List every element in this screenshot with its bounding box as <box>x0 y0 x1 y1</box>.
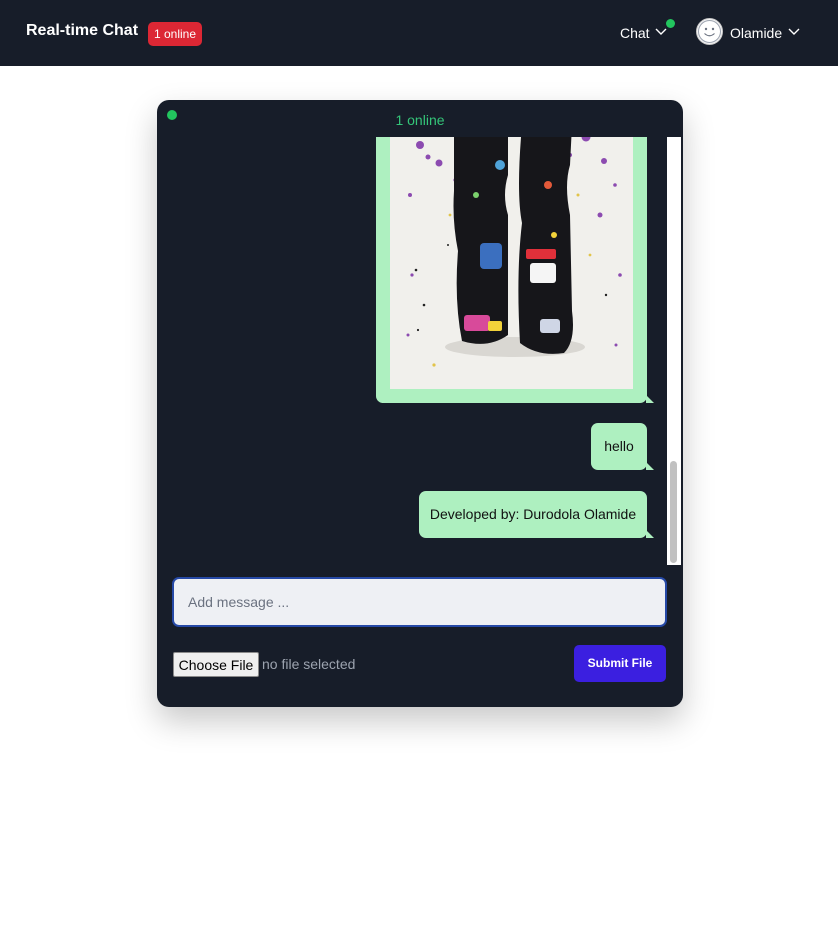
online-indicator-dot <box>666 19 675 28</box>
avatar <box>696 18 723 45</box>
chat-online-status: 1 online <box>395 112 445 128</box>
brand-title[interactable]: Real-time Chat <box>26 22 138 40</box>
figure-photo[interactable] <box>390 137 633 389</box>
user-name: Olamide <box>730 25 783 41</box>
message-bubble: hello <box>591 423 654 470</box>
chevron-down-icon <box>788 28 800 35</box>
scrollbar-thumb[interactable] <box>670 461 677 563</box>
message-list[interactable]: hello Developed by: Durodola Olamide <box>157 137 667 565</box>
submit-file-button[interactable]: Submit File <box>574 645 666 682</box>
chat-window: 1 online hello Developed by: Durodola Ol… <box>157 100 683 707</box>
image-message-bubble[interactable] <box>376 137 654 403</box>
online-count-badge: 1 online <box>148 22 202 46</box>
chat-menu-label: Chat <box>620 25 650 41</box>
navbar: Real-time Chat 1 online Chat Olamide <box>0 0 838 66</box>
user-menu-button[interactable]: Olamide <box>696 18 806 48</box>
message-bubble: Developed by: Durodola Olamide <box>419 491 654 538</box>
chat-menu-button[interactable]: Chat <box>620 19 676 43</box>
choose-file-button[interactable]: Choose File <box>173 652 259 677</box>
figure-photo-image <box>390 137 633 389</box>
smiley-avatar-icon <box>698 20 721 43</box>
chevron-down-icon <box>655 28 667 35</box>
message-input[interactable] <box>172 577 667 627</box>
file-status-text: no file selected <box>262 656 356 672</box>
message-scrollbar[interactable] <box>667 137 681 565</box>
